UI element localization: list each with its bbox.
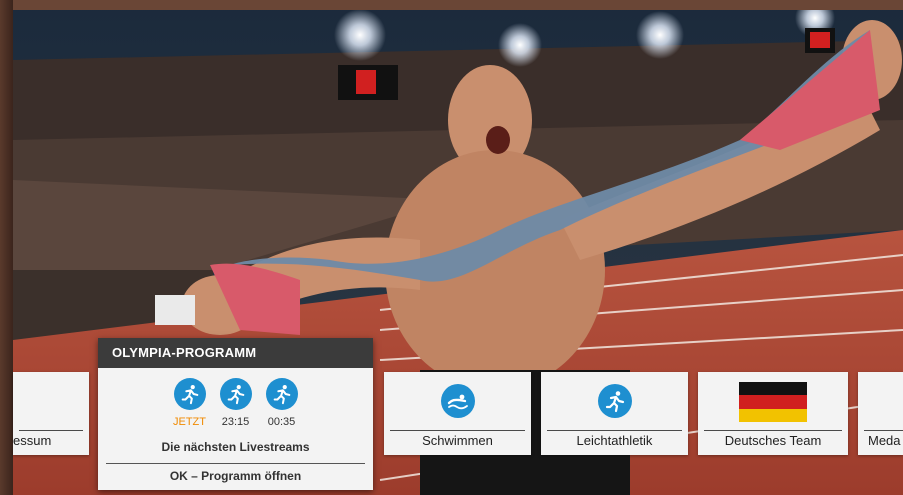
athletics-icon xyxy=(265,378,298,410)
tile-medaillen[interactable]: Meda xyxy=(858,372,903,455)
slot-0035[interactable]: 00:35 xyxy=(265,378,299,428)
tile-leichtathletik-label: Leichtathletik xyxy=(576,433,653,448)
top-border xyxy=(0,0,903,10)
slot-time: JETZT xyxy=(173,416,206,428)
slot-time: 00:35 xyxy=(267,416,296,428)
swimming-icon xyxy=(440,384,475,418)
tile-medaillen-label: Meda xyxy=(868,433,901,448)
slot-time: 23:15 xyxy=(221,416,250,428)
panel-title: OLYMPIA-PROGRAMM xyxy=(98,338,373,368)
german-flag-icon xyxy=(739,382,807,422)
olympia-programm-panel[interactable]: OLYMPIA-PROGRAMM JETZT 23:15 00:35 Die n… xyxy=(98,338,373,490)
tv-screen: essum Schwimmen Leichtathletik Deutsches… xyxy=(0,0,903,495)
left-border xyxy=(0,0,13,495)
athletics-icon xyxy=(597,384,632,418)
livestream-slots: JETZT 23:15 00:35 xyxy=(98,378,373,428)
tile-impressum-label: essum xyxy=(13,433,52,448)
panel-divider xyxy=(106,463,365,464)
open-programm-button[interactable]: OK – Programm öffnen xyxy=(98,469,373,483)
tile-divider xyxy=(390,430,525,431)
tile-leichtathletik[interactable]: Leichtathletik xyxy=(541,372,688,455)
athletics-icon xyxy=(219,378,252,410)
slot-2315[interactable]: 23:15 xyxy=(219,378,253,428)
athletics-icon xyxy=(173,378,206,410)
tile-deutsches-team-label: Deutsches Team xyxy=(724,433,822,448)
tile-deutsches-team[interactable]: Deutsches Team xyxy=(698,372,848,455)
tile-divider xyxy=(864,430,903,431)
tile-schwimmen-label: Schwimmen xyxy=(422,433,493,448)
tile-divider xyxy=(19,430,83,431)
next-livestreams-label: Die nächsten Livestreams xyxy=(161,440,310,454)
slot-now[interactable]: JETZT xyxy=(173,378,207,428)
tile-divider xyxy=(547,430,682,431)
tile-divider xyxy=(704,430,842,431)
tile-impressum[interactable]: essum xyxy=(13,372,89,455)
tile-schwimmen[interactable]: Schwimmen xyxy=(384,372,531,455)
